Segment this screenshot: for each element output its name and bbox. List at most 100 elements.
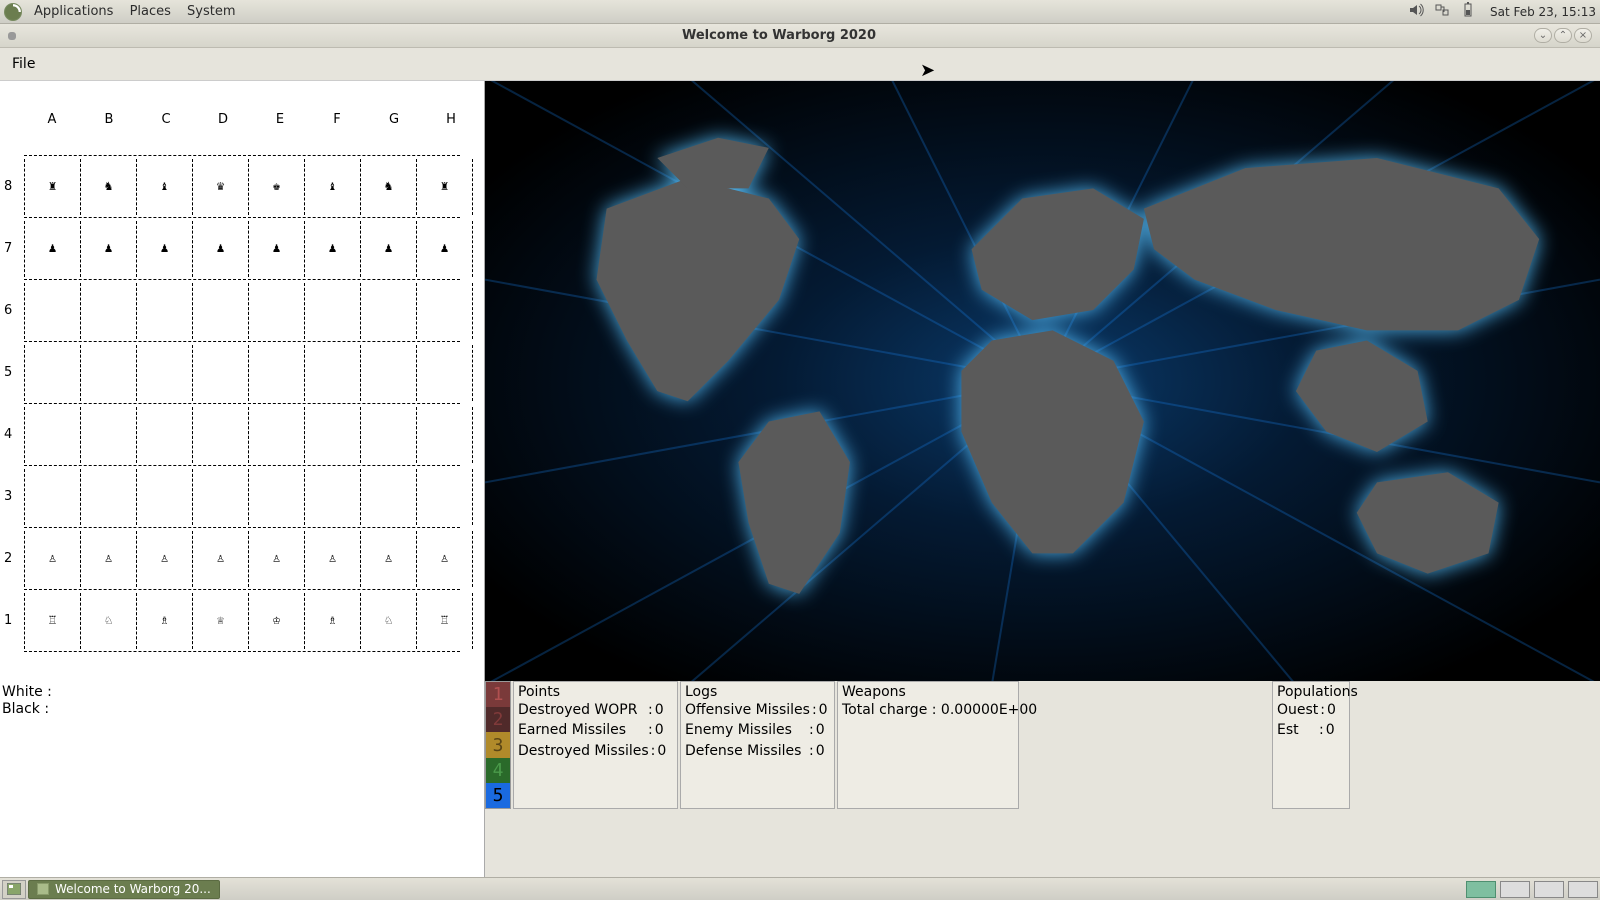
defcon-level-2: 2 (486, 707, 510, 732)
chess-square[interactable]: ♟ (136, 221, 193, 277)
stat-row: Ouest : 0 (1277, 700, 1345, 720)
chess-square[interactable] (136, 283, 193, 339)
chess-square[interactable] (136, 407, 193, 463)
chess-square[interactable]: ♗ (304, 593, 361, 649)
status-area: 12345 Points Destroyed WOPR : 0Earned Mi… (485, 681, 1600, 809)
chess-rank-label: 6 (0, 303, 16, 318)
chess-square[interactable] (80, 407, 137, 463)
chess-square[interactable]: ♙ (416, 531, 473, 587)
chess-square[interactable] (416, 283, 473, 339)
chess-square[interactable]: ♖ (416, 593, 473, 649)
chess-square[interactable]: ♙ (248, 531, 305, 587)
chess-board-pane: ABCDEFGH 8♜♞♝♛♚♝♞♜7♟♟♟♟♟♟♟♟65432♙♙♙♙♙♙♙♙… (0, 81, 485, 877)
system-menu[interactable]: System (187, 4, 235, 19)
chess-column-headers: ABCDEFGH (0, 112, 484, 127)
places-menu[interactable]: Places (130, 4, 171, 19)
chess-square[interactable]: ♜ (416, 159, 473, 215)
chess-square[interactable] (248, 283, 305, 339)
chess-square[interactable]: ♝ (304, 159, 361, 215)
chess-square[interactable] (192, 407, 249, 463)
workspace-4[interactable] (1568, 881, 1598, 898)
chess-square[interactable] (24, 469, 81, 525)
chess-square[interactable] (80, 345, 137, 401)
chess-square[interactable]: ♟ (192, 221, 249, 277)
file-menu[interactable]: File (8, 54, 39, 74)
clock[interactable]: Sat Feb 23, 15:13 (1490, 5, 1596, 19)
chess-square[interactable] (24, 345, 81, 401)
chess-square[interactable]: ♚ (248, 159, 305, 215)
chess-square[interactable] (416, 345, 473, 401)
chess-square[interactable]: ♟ (360, 221, 417, 277)
chess-square[interactable]: ♙ (304, 531, 361, 587)
chess-square[interactable]: ♘ (80, 593, 137, 649)
applications-menu[interactable]: Applications (34, 4, 113, 19)
stat-row: Offensive Missiles : 0 (685, 700, 830, 720)
chess-square[interactable]: ♙ (136, 531, 193, 587)
defcon-level-1: 1 (486, 682, 510, 707)
minimize-button[interactable]: ⌄ (1534, 28, 1552, 43)
chess-square[interactable] (304, 283, 361, 339)
chess-square[interactable]: ♛ (192, 159, 249, 215)
chess-square[interactable] (304, 469, 361, 525)
chess-square[interactable] (304, 407, 361, 463)
chess-square[interactable] (24, 283, 81, 339)
taskbar-task-warborg[interactable]: Welcome to Warborg 20... (28, 880, 220, 899)
chess-square[interactable]: ♟ (80, 221, 137, 277)
chess-square[interactable] (360, 469, 417, 525)
chess-square[interactable] (192, 345, 249, 401)
chess-square[interactable]: ♖ (24, 593, 81, 649)
chess-square[interactable] (80, 469, 137, 525)
chess-square[interactable]: ♙ (80, 531, 137, 587)
stat-row: Earned Missiles : 0 (518, 720, 673, 740)
chess-square[interactable]: ♟ (416, 221, 473, 277)
chess-square[interactable] (248, 345, 305, 401)
chess-square[interactable]: ♟ (248, 221, 305, 277)
stat-sep: : (1320, 700, 1325, 720)
chess-square[interactable] (416, 407, 473, 463)
chess-square[interactable]: ♘ (360, 593, 417, 649)
chess-rank-8: 8♜♞♝♛♚♝♞♜ (0, 156, 484, 217)
workspace-3[interactable] (1534, 881, 1564, 898)
chess-col-g: G (366, 112, 423, 127)
chess-square[interactable]: ♔ (248, 593, 305, 649)
chess-square[interactable] (136, 345, 193, 401)
maximize-button[interactable]: ⌃ (1554, 28, 1572, 43)
chess-square[interactable]: ♙ (24, 531, 81, 587)
chess-rank-label: 2 (0, 551, 16, 566)
chess-square[interactable]: ♕ (192, 593, 249, 649)
chess-square[interactable] (136, 469, 193, 525)
chess-square[interactable]: ♗ (136, 593, 193, 649)
chess-square[interactable]: ♞ (360, 159, 417, 215)
battery-icon[interactable] (1460, 2, 1476, 21)
task-app-icon (37, 883, 49, 895)
chess-square[interactable]: ♟ (24, 221, 81, 277)
chess-square[interactable] (360, 345, 417, 401)
chess-square[interactable] (192, 469, 249, 525)
window-titlebar[interactable]: Welcome to Warborg 2020 ⌄ ⌃ × (0, 24, 1600, 48)
chess-square[interactable] (24, 407, 81, 463)
chess-square[interactable] (360, 283, 417, 339)
chess-square[interactable] (248, 407, 305, 463)
chess-square[interactable]: ♙ (360, 531, 417, 587)
weapons-title: Weapons (842, 684, 1014, 700)
white-status-label: White : (2, 684, 484, 701)
chess-square[interactable]: ♞ (80, 159, 137, 215)
close-button[interactable]: × (1574, 28, 1592, 43)
chess-square[interactable] (80, 283, 137, 339)
chess-square[interactable] (416, 469, 473, 525)
workspace-2[interactable] (1500, 881, 1530, 898)
chess-square[interactable] (248, 469, 305, 525)
chess-square[interactable] (360, 407, 417, 463)
network-icon[interactable] (1434, 2, 1450, 21)
chess-square[interactable]: ♟ (304, 221, 361, 277)
volume-icon[interactable] (1408, 2, 1424, 21)
show-desktop-button[interactable] (2, 880, 26, 899)
chess-square[interactable]: ♝ (136, 159, 193, 215)
chess-square[interactable] (192, 283, 249, 339)
chess-square[interactable]: ♙ (192, 531, 249, 587)
world-map-pane[interactable] (485, 81, 1600, 681)
distro-logo-icon[interactable] (4, 3, 22, 21)
chess-square[interactable]: ♜ (24, 159, 81, 215)
workspace-1[interactable] (1466, 881, 1496, 898)
chess-square[interactable] (304, 345, 361, 401)
